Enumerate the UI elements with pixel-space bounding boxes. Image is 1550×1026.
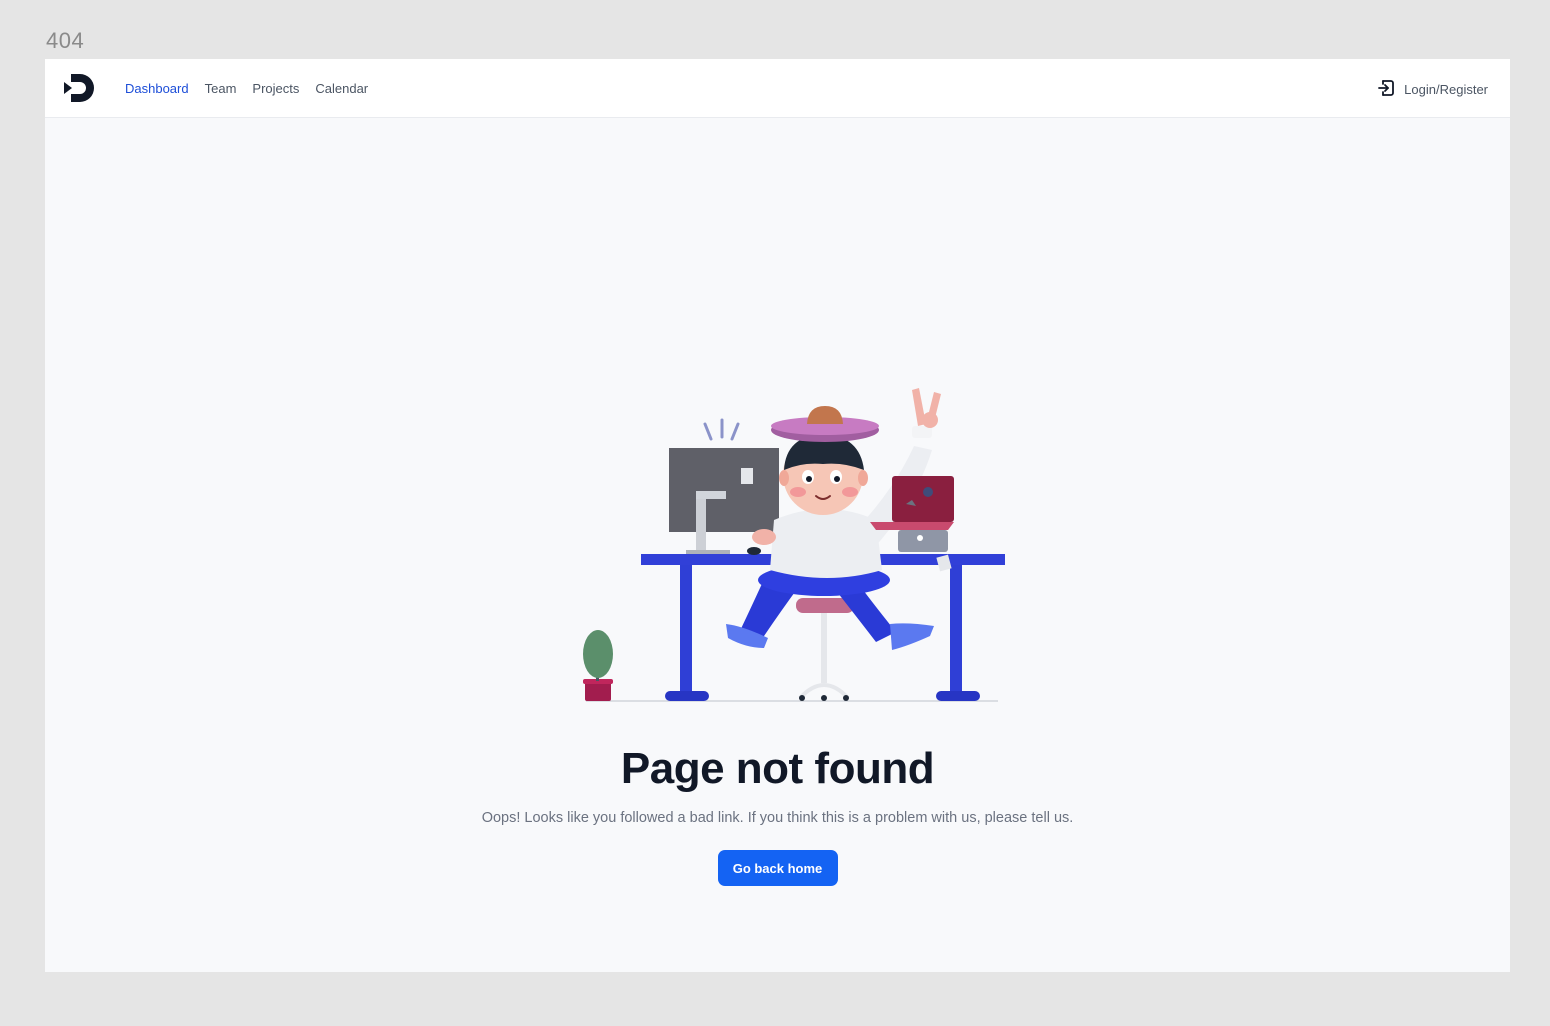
login-icon [1376,78,1396,101]
main-content: Page not found Oops! Looks like you foll… [45,118,1510,972]
nav-link-projects[interactable]: Projects [252,81,299,96]
nav-link-calendar[interactable]: Calendar [315,81,368,96]
main-nav: Dashboard Team Projects Calendar [125,81,368,96]
login-register-button[interactable]: Login/Register [1376,78,1488,101]
cta-container: Go back home [45,850,1510,886]
person-at-desk-illustration [578,380,1010,702]
nav-link-team[interactable]: Team [205,81,237,96]
go-back-home-button[interactable]: Go back home [717,850,838,886]
login-register-label: Login/Register [1404,81,1488,97]
d-logo-icon[interactable] [63,71,97,105]
page-title: Page not found [620,744,935,793]
nav-link-dashboard[interactable]: Dashboard [125,81,189,96]
navbar: Dashboard Team Projects Calendar Login/R… [45,59,1510,118]
frame-label: 404 [46,28,85,53]
error-message: Oops! Looks like you followed a bad link… [481,810,1074,826]
page-frame: Dashboard Team Projects Calendar Login/R… [45,59,1510,972]
